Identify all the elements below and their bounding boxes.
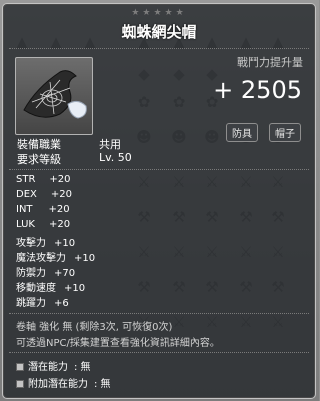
level-label: 要求等級 (17, 153, 61, 166)
stat-row: 移動速度 +10 (16, 279, 85, 294)
bonus-potential-row: 附加潛在能力 : 無 (16, 375, 111, 390)
item-icon-frame (15, 57, 93, 135)
potential-square-icon (16, 380, 24, 388)
stat-name: 移動速度 (16, 283, 56, 294)
scroll-enhance-info: 卷軸 強化 無 (剩除3次, 可恢復0次) (16, 322, 173, 333)
stat-row: INT +20 (16, 204, 70, 215)
stat-name: LUK (16, 219, 35, 230)
stat-row: 防禦力 +70 (16, 264, 75, 279)
stat-name: 防禦力 (16, 268, 46, 279)
bonus-potential-label: 附加潛在能力 (28, 379, 88, 390)
potential-square-icon (16, 363, 24, 371)
job-value: 共用 (99, 138, 121, 151)
divider (9, 352, 309, 353)
bonus-potential-value: : 無 (94, 379, 111, 390)
potential-label: 潛在能力 (28, 362, 68, 373)
spider-web-hat-icon (23, 70, 87, 119)
stat-row: DEX +20 (16, 189, 72, 200)
stat-name: 魔法攻擊力 (16, 253, 66, 264)
stat-row: 跳躍力 +6 (16, 294, 69, 309)
stat-value: +6 (54, 298, 69, 309)
divider (9, 169, 309, 170)
stat-row: 攻擊力 +10 (16, 234, 75, 249)
divider (9, 48, 309, 49)
stat-value: +20 (49, 174, 71, 185)
star-rating: ★★★★★ (131, 8, 187, 18)
stat-name: 跳躍力 (16, 298, 46, 309)
stat-value: +10 (74, 253, 96, 264)
divider (9, 313, 309, 314)
category-tag-armor: 防具 (226, 123, 258, 142)
power-increase-value: + 2505 (213, 76, 302, 104)
stat-name: 攻擊力 (16, 238, 46, 249)
potential-value: : 無 (74, 362, 91, 373)
stat-value: +20 (48, 204, 70, 215)
stat-row: 魔法攻擊力 +10 (16, 249, 95, 264)
stat-name: INT (16, 204, 33, 215)
stat-name: DEX (16, 189, 37, 200)
stat-value: +20 (48, 219, 71, 230)
level-value: Lv. 50 (99, 151, 132, 164)
item-name: 蜘蛛網尖帽 (121, 23, 197, 41)
stat-row: LUK +20 (16, 219, 70, 230)
potential-row: 潛在能力 : 無 (16, 358, 91, 373)
enhance-note: 可透過NPC/採集建置查看強化資訊詳細內容。 (16, 338, 220, 349)
job-label: 裝備職業 (17, 138, 61, 151)
stat-row: STR +20 (16, 174, 71, 185)
stat-value: +10 (54, 238, 76, 249)
stat-value: +20 (50, 189, 72, 200)
stat-value: +70 (54, 268, 76, 279)
item-tooltip: ★★★★★ 蜘蛛網尖帽 戰鬥力提升量 + 2505 防具 帽子 裝備職業 共用 … (2, 3, 316, 399)
power-increase-label: 戰鬥力提升量 (237, 56, 303, 69)
category-tag-hat: 帽子 (269, 123, 301, 142)
stat-value: +10 (64, 283, 86, 294)
stat-name: STR (16, 174, 36, 185)
